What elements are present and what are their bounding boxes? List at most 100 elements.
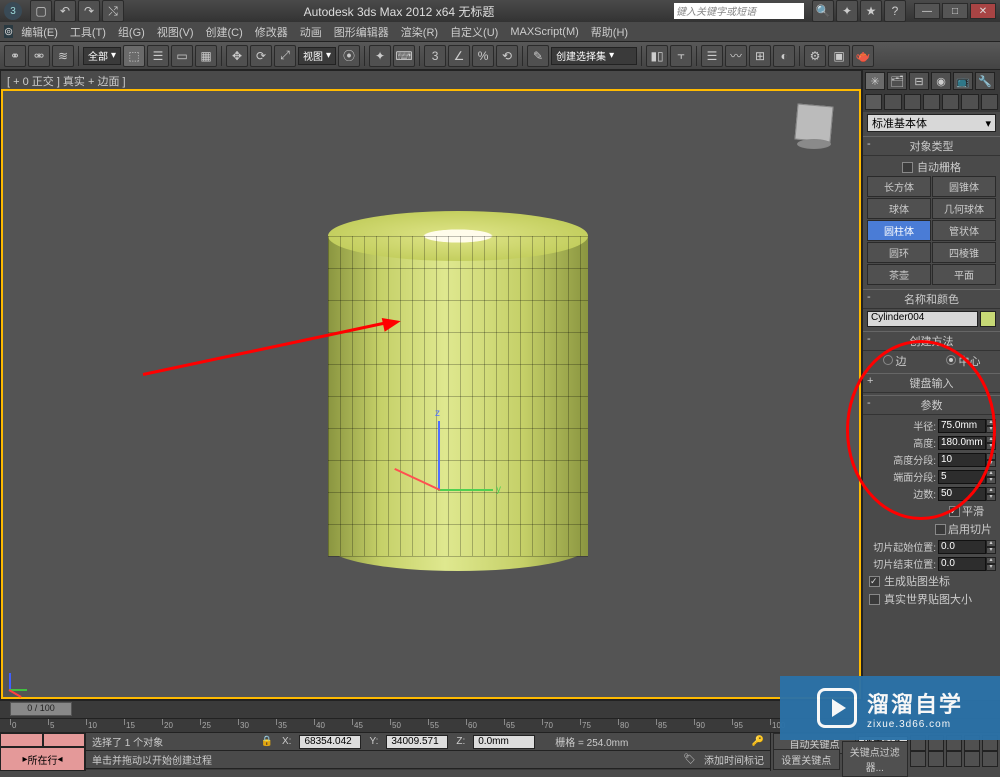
nav-orbit-icon[interactable]	[910, 751, 926, 767]
menu-graph-editors[interactable]: 图形编辑器	[330, 24, 393, 40]
edit-named-sel-icon[interactable]: ✎	[527, 45, 549, 67]
named-sel-combo[interactable]: 创建选择集▾	[551, 47, 637, 65]
creation-method-header[interactable]: -创建方法	[863, 331, 1000, 351]
curve-editor-icon[interactable]: 〰	[725, 45, 747, 67]
prim-pyramid[interactable]: 四棱锥	[932, 242, 996, 263]
real-world-checkbox[interactable]	[869, 594, 880, 605]
comm-center-icon[interactable]: ✦	[836, 0, 858, 22]
select-name-icon[interactable]: ☰	[147, 45, 169, 67]
prim-tube[interactable]: 管状体	[932, 220, 996, 241]
coord-z-value[interactable]: 0.0mm	[473, 735, 535, 749]
utilities-tab-icon[interactable]: 🔧	[975, 72, 995, 90]
unlink-icon[interactable]: ⚮	[28, 45, 50, 67]
hierarchy-tab-icon[interactable]: ⊟	[909, 72, 929, 90]
menu-create[interactable]: 创建(C)	[202, 24, 247, 40]
spacewarps-cat-icon[interactable]	[961, 94, 978, 110]
menu-tools[interactable]: 工具(T)	[66, 24, 110, 40]
height-spinner[interactable]: ▴▾	[938, 436, 996, 450]
lock-selection-icon[interactable]: 🔒	[260, 735, 274, 749]
name-color-header[interactable]: -名称和颜色	[863, 289, 1000, 309]
spinner-snap-icon[interactable]: ⟲	[496, 45, 518, 67]
layers-icon[interactable]: ☰	[701, 45, 723, 67]
rendered-frame-icon[interactable]: ▣	[828, 45, 850, 67]
material-editor-icon[interactable]: ◐	[773, 45, 795, 67]
manipulate-icon[interactable]: ✦	[369, 45, 391, 67]
menu-edit[interactable]: 编辑(E)	[17, 24, 62, 40]
render-production-icon[interactable]: 🫖	[852, 45, 874, 67]
angle-snap-icon[interactable]: ∠	[448, 45, 470, 67]
favorites-icon[interactable]: ★	[860, 0, 882, 22]
sliceto-spinner[interactable]: ▴▾	[938, 557, 996, 571]
object-name-input[interactable]: Cylinder004	[867, 311, 978, 327]
align-icon[interactable]: ⫟	[670, 45, 692, 67]
helpers-cat-icon[interactable]	[942, 94, 959, 110]
prim-geosphere[interactable]: 几何球体	[932, 198, 996, 219]
slice-on-checkbox[interactable]	[935, 524, 946, 535]
select-object-icon[interactable]: ⬚	[123, 45, 145, 67]
key-filters-button[interactable]: 关键点过滤器...	[842, 741, 909, 777]
nav-fov-icon[interactable]	[946, 751, 962, 767]
close-button[interactable]: ✕	[970, 3, 996, 19]
menu-modifiers[interactable]: 修改器	[251, 24, 292, 40]
geometry-cat-icon[interactable]	[865, 94, 882, 110]
menu-animation[interactable]: 动画	[296, 24, 326, 40]
lights-cat-icon[interactable]	[904, 94, 921, 110]
nav-zoom-ext-icon[interactable]	[982, 751, 998, 767]
category-dropdown[interactable]: 标准基本体▾	[867, 114, 996, 132]
prim-torus[interactable]: 圆环	[867, 242, 931, 263]
schematic-view-icon[interactable]: ⊞	[749, 45, 771, 67]
set-key-button[interactable]: 设置关键点	[773, 749, 840, 770]
systems-cat-icon[interactable]	[981, 94, 998, 110]
modify-tab-icon[interactable]: 🗂	[887, 72, 907, 90]
menu-rendering[interactable]: 渲染(R)	[397, 24, 442, 40]
qat-link-icon[interactable]: ⤭	[102, 0, 124, 22]
menu-maxscript[interactable]: MAXScript(M)	[506, 26, 582, 38]
keyboard-entry-header[interactable]: +键盘输入	[863, 373, 1000, 393]
app-menu-icon[interactable]: ⊚	[4, 25, 13, 38]
object-color-swatch[interactable]	[980, 311, 996, 327]
pivot-icon[interactable]: ⦿	[338, 45, 360, 67]
qat-new-icon[interactable]: ▢	[30, 0, 52, 22]
menu-views[interactable]: 视图(V)	[153, 24, 198, 40]
time-tag-icon[interactable]: 🏷	[683, 754, 696, 765]
select-rect-icon[interactable]: ▭	[171, 45, 193, 67]
creation-edge-radio[interactable]: 边	[883, 353, 907, 369]
qat-undo-icon[interactable]: ↶	[54, 0, 76, 22]
creation-center-radio[interactable]: 中心	[946, 353, 981, 369]
add-time-tag[interactable]: 添加时间标记	[704, 752, 764, 767]
percent-snap-icon[interactable]: %	[472, 45, 494, 67]
link-icon[interactable]: ⚭	[4, 45, 26, 67]
coord-x-value[interactable]: 68354.042	[299, 735, 361, 749]
object-type-header[interactable]: -对象类型	[863, 136, 1000, 156]
coord-y-value[interactable]: 34009.571	[386, 735, 448, 749]
radius-spinner[interactable]: ▴▾	[938, 419, 996, 433]
viewcube[interactable]	[789, 101, 839, 151]
render-setup-icon[interactable]: ⚙	[804, 45, 826, 67]
motion-tab-icon[interactable]: ◉	[931, 72, 951, 90]
prim-plane[interactable]: 平面	[932, 264, 996, 285]
mirror-icon[interactable]: ▮▯	[646, 45, 668, 67]
prim-box[interactable]: 长方体	[867, 176, 931, 197]
qat-redo-icon[interactable]: ↷	[78, 0, 100, 22]
nav-maximize-icon[interactable]	[928, 751, 944, 767]
display-tab-icon[interactable]: 📺	[953, 72, 973, 90]
auto-grid-checkbox[interactable]	[902, 162, 913, 173]
viewport-label[interactable]: [ + 0 正交 ] 真实 + 边面 ]	[1, 71, 861, 89]
scale-icon[interactable]: ⤢	[274, 45, 296, 67]
cylinder-object[interactable]: document.write(Array.from({length:22},(_…	[323, 211, 593, 571]
ref-coord-combo[interactable]: 视图▾	[298, 47, 336, 65]
parameters-header[interactable]: -参数	[863, 395, 1000, 415]
bind-space-warp-icon[interactable]: ≋	[52, 45, 74, 67]
heightseg-spinner[interactable]: ▴▾	[938, 453, 996, 467]
help-icon[interactable]: ?	[884, 0, 906, 22]
prim-cone[interactable]: 圆锥体	[932, 176, 996, 197]
help-search-input[interactable]: 键入关键字或短语	[674, 3, 804, 19]
viewport[interactable]: document.write(Array.from({length:22},(_…	[1, 89, 861, 699]
smooth-checkbox[interactable]	[949, 506, 960, 517]
keyboard-shortcut-icon[interactable]: ⌨	[393, 45, 415, 67]
prim-cylinder[interactable]: 圆柱体	[867, 220, 931, 241]
shapes-cat-icon[interactable]	[884, 94, 901, 110]
window-crossing-icon[interactable]: ▦	[195, 45, 217, 67]
prim-teapot[interactable]: 茶壶	[867, 264, 931, 285]
script-mini-listener[interactable]: ▸所在行◂	[0, 733, 86, 771]
